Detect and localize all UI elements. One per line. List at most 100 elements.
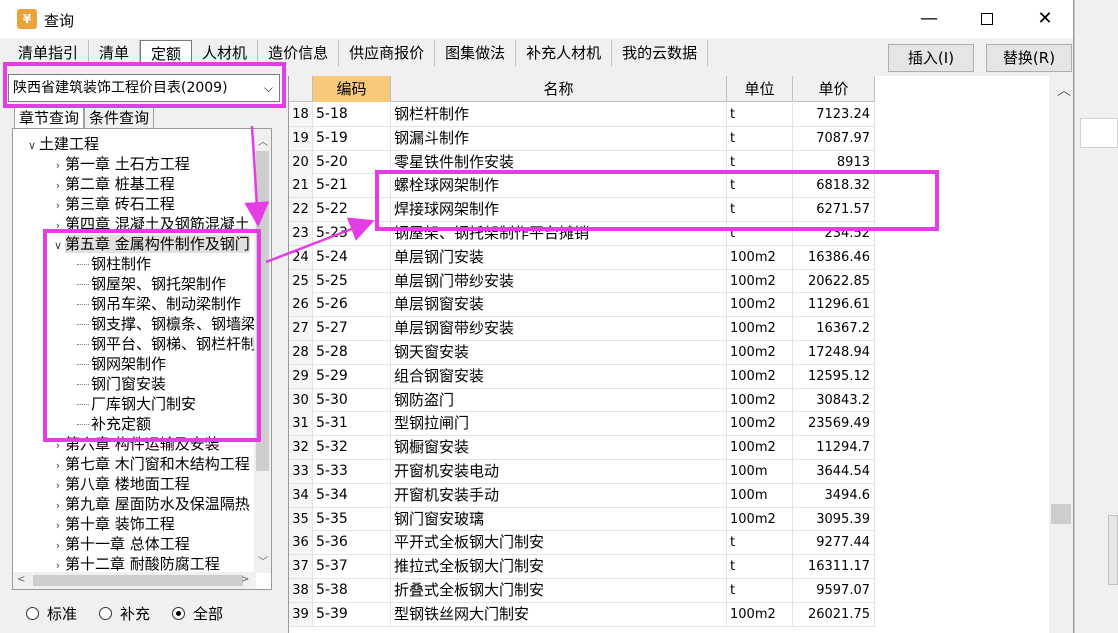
table-row[interactable]: 28 5-28 钢天窗安装 100m2 17248.94 — [289, 340, 875, 365]
tree-node[interactable]: › 第八章 楼地面工程 — [51, 474, 190, 494]
collapse-chevron-right-icon[interactable]: › — [51, 536, 65, 556]
cell-code: 5-29 — [313, 364, 391, 388]
table-row[interactable]: 38 5-38 折叠式全板钢大门制安 t 9597.07 — [289, 578, 875, 603]
table-row[interactable]: 19 5-19 钢漏斗制作 t 7087.97 — [289, 126, 875, 151]
catalog-select[interactable]: 陕西省建筑装饰工程价目表(2009) ⌵ — [8, 74, 280, 102]
tab-item[interactable]: 图集做法 — [435, 40, 517, 66]
collapse-chevron-right-icon[interactable]: › — [51, 216, 65, 236]
tree-vertical-scroll-thumb[interactable] — [256, 151, 269, 471]
tab-item[interactable]: 造价信息 — [258, 40, 340, 66]
tree-leaf[interactable]: 厂库钢大门制安 — [77, 394, 196, 414]
tree-node-label: 第六章 构件运输及安装 — [65, 435, 220, 453]
tree-horizontal-scrollbar[interactable]: < > — [13, 572, 256, 589]
maximize-button[interactable] — [958, 0, 1016, 38]
collapse-chevron-right-icon[interactable]: › — [51, 176, 65, 196]
tab-item[interactable]: 定额 — [140, 40, 193, 66]
tree-node[interactable]: ∨ 第五章 金属构件制作及钢门 — [51, 234, 250, 254]
radio-circle-icon[interactable] — [26, 607, 39, 620]
header-code[interactable]: 编码 — [313, 76, 391, 102]
tree-leaf[interactable]: 钢平台、钢梯、钢栏杆制 — [77, 334, 256, 354]
table-row[interactable]: 36 5-36 平开式全板钢大门制安 t 9277.44 — [289, 531, 875, 556]
tree-node[interactable]: › 第二章 桩基工程 — [51, 174, 175, 194]
tree-node[interactable]: › 第七章 木门窗和木结构工程 — [51, 454, 250, 474]
tab-item[interactable]: 清单 — [89, 40, 141, 66]
table-row[interactable]: 30 5-30 钢防盗门 100m2 30843.2 — [289, 388, 875, 413]
table-row[interactable]: 26 5-26 单层钢窗安装 100m2 11296.61 — [289, 293, 875, 318]
collapse-chevron-right-icon[interactable]: › — [51, 476, 65, 496]
table-row[interactable]: 29 5-29 组合钢窗安装 100m2 12595.12 — [289, 364, 875, 389]
tab-item[interactable]: 我的云数据 — [612, 40, 709, 66]
table-row[interactable]: 31 5-31 型钢拉闸门 100m2 23569.49 — [289, 412, 875, 437]
filter-radio[interactable]: 全部 — [172, 603, 223, 624]
table-vertical-scrollbar[interactable]: ︿ — [1049, 76, 1073, 633]
tree-node[interactable]: › 第六章 构件运输及安装 — [51, 434, 220, 454]
tree-leaf[interactable]: 钢屋架、钢托架制作 — [77, 274, 226, 294]
table-row[interactable]: 23 5-23 钢屋架、钢托架制作平台摊销 t 234.52 — [289, 221, 875, 246]
tab-condition-query[interactable]: 条件查询 — [84, 106, 155, 128]
table-row[interactable]: 18 5-18 钢栏杆制作 t 7123.24 — [289, 103, 875, 127]
table-row[interactable]: 34 5-34 开窗机安装手动 100m 3494.6 — [289, 483, 875, 508]
tab-item[interactable]: 补充人材机 — [516, 40, 613, 66]
header-name[interactable]: 名称 — [391, 76, 727, 102]
table-vertical-scroll-thumb[interactable] — [1051, 504, 1071, 524]
table-row[interactable]: 39 5-39 型钢铁丝网大门制安 100m2 26021.75 — [289, 602, 875, 627]
header-unit[interactable]: 单位 — [727, 76, 793, 102]
tree-vertical-scrollbar[interactable]: ︿ ﹀ — [254, 129, 271, 573]
tree-node[interactable]: › 第十章 装饰工程 — [51, 514, 175, 534]
header-price[interactable]: 单价 — [793, 76, 875, 102]
row-index: 37 — [289, 555, 313, 579]
tree-horizontal-scroll-thumb[interactable] — [33, 575, 243, 586]
tab-chapter-query[interactable]: 章节查询 — [14, 106, 85, 128]
cell-unit: t — [727, 103, 793, 126]
table-row[interactable]: 22 5-22 焊接球网架制作 t 6271.57 — [289, 198, 875, 222]
scroll-right-icon[interactable]: > — [241, 574, 249, 585]
tree-node[interactable]: › 第十一章 总体工程 — [51, 534, 190, 554]
tab-item[interactable]: 供应商报价 — [339, 40, 436, 66]
collapse-chevron-right-icon[interactable]: › — [51, 516, 65, 536]
radio-circle-icon[interactable] — [172, 607, 186, 620]
tree-leaf[interactable]: 补充定额 — [77, 414, 151, 434]
table-row[interactable]: 37 5-37 推拉式全板钢大门制安 t 16311.17 — [289, 555, 875, 579]
tree-leaf[interactable]: 钢网架制作 — [77, 354, 166, 374]
table-row[interactable]: 32 5-32 钢橱窗安装 100m2 11294.7 — [289, 436, 875, 460]
tree-leaf[interactable]: 钢支撑、钢檩条、钢墙梁 — [77, 314, 256, 334]
table-row[interactable]: 33 5-33 开窗机安装电动 100m 3644.54 — [289, 459, 875, 484]
table-row[interactable]: 35 5-35 钢门窗安玻璃 100m2 3095.39 — [289, 507, 875, 532]
tree-leaf[interactable]: 钢柱制作 — [77, 254, 151, 274]
scroll-down-icon[interactable]: ﹀ — [258, 553, 268, 568]
expand-chevron-down-icon[interactable]: ∨ — [51, 236, 65, 256]
expand-chevron-down-icon[interactable]: ∨ — [25, 136, 39, 156]
tree-leaf[interactable]: 钢吊车梁、制动梁制作 — [77, 294, 241, 314]
tree-node[interactable]: › 第四章 混凝土及钢筋混凝土 — [51, 214, 250, 234]
replace-button[interactable]: 替换(R) — [986, 44, 1072, 72]
cell-unit: t — [727, 198, 793, 222]
scroll-left-icon[interactable]: < — [17, 574, 25, 585]
collapse-chevron-right-icon[interactable]: › — [51, 436, 65, 456]
tree-node[interactable]: ∨ 土建工程 — [25, 134, 99, 154]
collapse-chevron-right-icon[interactable]: › — [51, 456, 65, 476]
tab-item[interactable]: 清单指引 — [8, 40, 90, 66]
tree-node[interactable]: › 第三章 砖石工程 — [51, 194, 175, 214]
table-row[interactable]: 24 5-24 单层钢门安装 100m2 16386.46 — [289, 245, 875, 270]
scroll-up-icon[interactable]: ︿ — [258, 133, 268, 148]
tree-node-label: 土建工程 — [39, 135, 100, 153]
table-row[interactable]: 25 5-25 单层钢门带纱安装 100m2 20622.85 — [289, 269, 875, 294]
filter-radio[interactable]: 标准 — [26, 603, 77, 624]
tree-node[interactable]: › 第一章 土石方工程 — [51, 154, 190, 174]
close-button[interactable]: ✕ — [1016, 0, 1073, 38]
radio-circle-icon[interactable] — [99, 607, 113, 620]
tree-leaf[interactable]: 钢门窗安装 — [77, 374, 166, 394]
table-row[interactable]: 20 5-20 零星铁件制作安装 t 8913 — [289, 150, 875, 175]
scroll-up-icon[interactable]: ︿ — [1057, 80, 1071, 100]
table-row[interactable]: 27 5-27 单层钢窗带纱安装 100m2 16367.2 — [289, 317, 875, 341]
collapse-chevron-right-icon[interactable]: › — [51, 196, 65, 216]
tree-node[interactable]: › 第十二章 耐酸防腐工程 — [51, 554, 220, 574]
tree-node[interactable]: › 第九章 屋面防水及保温隔热 — [51, 494, 250, 514]
table-row[interactable]: 21 5-21 螺栓球网架制作 t 6818.32 — [289, 174, 875, 199]
insert-button[interactable]: 插入(I) — [888, 44, 974, 72]
tab-item[interactable]: 人材机 — [192, 40, 259, 66]
collapse-chevron-right-icon[interactable]: › — [51, 156, 65, 176]
filter-radio[interactable]: 补充 — [99, 603, 150, 624]
collapse-chevron-right-icon[interactable]: › — [51, 496, 65, 516]
minimize-button[interactable]: — — [900, 0, 958, 38]
